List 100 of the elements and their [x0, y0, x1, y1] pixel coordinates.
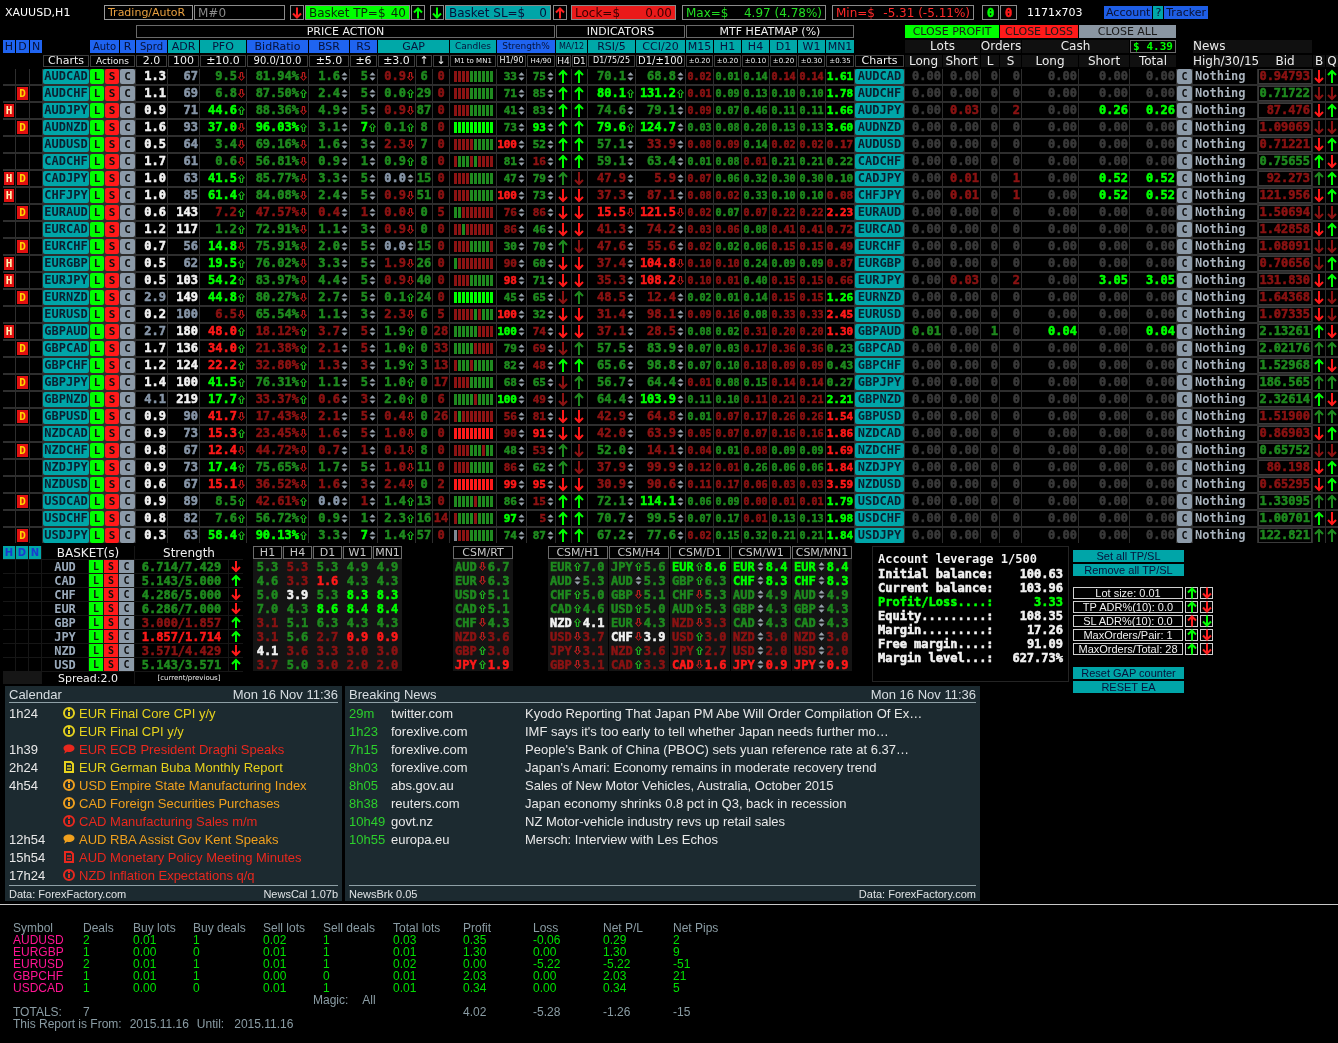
close-trade-button[interactable]: C	[120, 341, 135, 356]
chart-button[interactable]: EURGBP	[43, 256, 89, 271]
long-button[interactable]: L	[90, 154, 104, 169]
short-button[interactable]: S	[105, 86, 119, 101]
chart-button[interactable]: GBPCHF	[43, 358, 89, 373]
close-orders-button[interactable]: CLOSE ALL	[1079, 25, 1176, 38]
long-button[interactable]: L	[90, 86, 104, 101]
close-trade-button[interactable]: C	[1177, 324, 1192, 339]
decrease-button[interactable]	[1200, 587, 1213, 599]
chart-button[interactable]: EURNZD	[43, 290, 89, 305]
chart-button[interactable]: EURJPY	[855, 273, 904, 288]
action-button[interactable]: Remove all TP/SL	[1073, 564, 1184, 576]
chart-button[interactable]: GBPAUD	[855, 324, 904, 339]
action-button[interactable]: RESET EA	[1073, 681, 1184, 693]
chart-button[interactable]: GBPCAD	[855, 341, 904, 356]
close-trade-button[interactable]: C	[120, 86, 135, 101]
short-button[interactable]: S	[104, 644, 118, 657]
long-button[interactable]: L	[90, 171, 104, 186]
close-trade-button[interactable]: C	[120, 443, 135, 458]
close-trade-button[interactable]: C	[1177, 341, 1192, 356]
chart-button[interactable]: AUDNZD	[43, 120, 89, 135]
short-button[interactable]: S	[105, 188, 119, 203]
setting-field[interactable]: MaxOrders/Total: 28	[1073, 643, 1183, 655]
decrease-button[interactable]	[290, 5, 304, 20]
close-trade-button[interactable]: C	[120, 222, 135, 237]
close-trade-button[interactable]: C	[1177, 86, 1192, 101]
chart-button[interactable]: GBPJPY	[855, 375, 904, 390]
close-trade-button[interactable]: C	[120, 171, 135, 186]
chart-button[interactable]: GBPCAD	[43, 341, 89, 356]
long-button[interactable]: L	[90, 341, 104, 356]
close-trade-button[interactable]: C	[1177, 494, 1192, 509]
short-button[interactable]: S	[105, 290, 119, 305]
long-button[interactable]: L	[90, 273, 104, 288]
long-button[interactable]: L	[90, 69, 104, 84]
increase-button[interactable]	[1185, 615, 1198, 627]
chart-button[interactable]: CADJPY	[855, 171, 904, 186]
close-trade-button[interactable]: C	[120, 358, 135, 373]
close-trade-button[interactable]: C	[1177, 256, 1192, 271]
long-button[interactable]: L	[90, 103, 104, 118]
close-trade-button[interactable]: C	[120, 511, 135, 526]
close-trade-button[interactable]: C	[120, 426, 135, 441]
decrease-button[interactable]	[1200, 643, 1213, 655]
long-button[interactable]: L	[90, 307, 104, 322]
setting-field[interactable]: MaxOrders/Pair: 1	[1073, 629, 1183, 641]
short-button[interactable]: S	[105, 358, 119, 373]
short-button[interactable]: S	[105, 494, 119, 509]
short-button[interactable]: S	[104, 630, 118, 643]
chart-button[interactable]: AUDJPY	[855, 103, 904, 118]
close-orders-button[interactable]: CLOSE PROFIT	[905, 25, 999, 38]
close-trade-button[interactable]: C	[1177, 392, 1192, 407]
close-trade-button[interactable]: C	[120, 375, 135, 390]
chart-button[interactable]: EURCHF	[855, 239, 904, 254]
short-button[interactable]: S	[105, 341, 119, 356]
chart-button[interactable]: EURUSD	[855, 307, 904, 322]
close-trade-button[interactable]: C	[120, 239, 135, 254]
short-button[interactable]: S	[105, 392, 119, 407]
close-orders-button[interactable]: CLOSE LOSS	[1000, 25, 1078, 38]
long-button[interactable]: L	[89, 658, 103, 671]
news-headline[interactable]: Sales of New Motor Vehicles, Australia, October 2015	[525, 777, 834, 793]
chart-button[interactable]: AUDCAD	[855, 69, 904, 84]
close-trade-button[interactable]: C	[120, 205, 135, 220]
chart-button[interactable]: USDCAD	[43, 494, 89, 509]
chart-button[interactable]: CADCHF	[855, 154, 904, 169]
long-button[interactable]: L	[90, 409, 104, 424]
long-button[interactable]: L	[90, 477, 104, 492]
chart-button[interactable]: CADJPY	[43, 171, 89, 186]
short-button[interactable]: S	[104, 588, 118, 601]
long-button[interactable]: L	[90, 494, 104, 509]
chart-button[interactable]: EURCAD	[855, 222, 904, 237]
news-headline[interactable]: Mersch: Interview with Les Echos	[525, 831, 718, 847]
chart-button[interactable]: AUDUSD	[855, 137, 904, 152]
chart-button[interactable]: EURAUD	[855, 205, 904, 220]
close-trade-button[interactable]: C	[120, 103, 135, 118]
decrease-button[interactable]	[430, 5, 444, 20]
news-headline[interactable]: Japan's Amari: Economy remains in moderate recovery trend	[525, 759, 877, 775]
long-button[interactable]: L	[90, 460, 104, 475]
close-trade-button[interactable]: C	[1177, 120, 1192, 135]
news-headline[interactable]: Japan economy shrinks 0.8 pct in Q3, back in recession	[525, 795, 847, 811]
long-button[interactable]: L	[89, 574, 103, 587]
chart-button[interactable]: GBPNZD	[43, 392, 89, 407]
long-button[interactable]: L	[90, 392, 104, 407]
news-headline[interactable]: NZ Motor-vehicle industry revs up retail sales	[525, 813, 786, 829]
action-button[interactable]: Set all TP/SL	[1073, 550, 1184, 562]
close-trade-button[interactable]: C	[120, 290, 135, 305]
short-button[interactable]: S	[105, 460, 119, 475]
close-trade-button[interactable]: C	[120, 324, 135, 339]
close-trade-button[interactable]: C	[119, 560, 134, 573]
chart-button[interactable]: GBPJPY	[43, 375, 89, 390]
short-button[interactable]: S	[105, 477, 119, 492]
short-button[interactable]: S	[105, 443, 119, 458]
trading-mode-button[interactable]: Trading/AutoR	[104, 5, 193, 20]
short-button[interactable]: S	[104, 658, 118, 671]
chart-button[interactable]: USDJPY	[855, 528, 904, 543]
chart-button[interactable]: GBPUSD	[43, 409, 89, 424]
close-trade-button[interactable]: C	[120, 460, 135, 475]
lock-field[interactable]: Lock=$ 0.00	[571, 5, 676, 20]
chart-button[interactable]: USDCAD	[855, 494, 904, 509]
long-button[interactable]: L	[90, 137, 104, 152]
chart-button[interactable]: USDJPY	[43, 528, 89, 543]
news-headline[interactable]: IMF says it's too early to tell whether Japan needs further mo…	[525, 723, 889, 739]
